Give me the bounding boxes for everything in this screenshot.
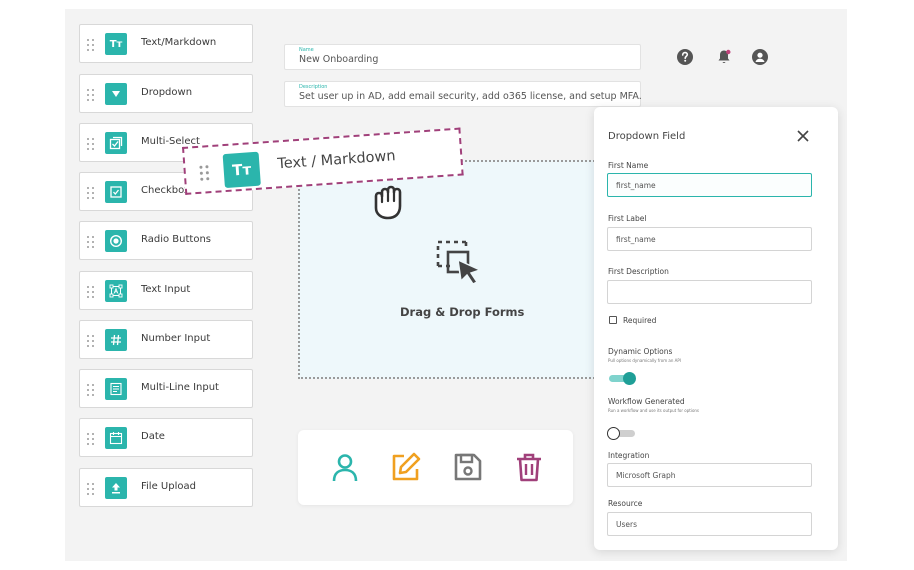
dragging-item-label: Text / Markdown: [276, 148, 397, 173]
first-description-label: First Description: [608, 267, 669, 276]
trash-icon[interactable]: [514, 452, 544, 482]
palette-item-label: Number Input: [141, 333, 211, 344]
palette-item-text-markdown[interactable]: Tт Text/Markdown: [79, 24, 253, 63]
palette-item-multi-line-input[interactable]: Multi-Line Input: [79, 369, 253, 408]
palette-item-dropdown[interactable]: Dropdown: [79, 74, 253, 113]
drop-zone-label: Drag & Drop Forms: [400, 305, 525, 319]
drag-handle-icon[interactable]: [87, 39, 95, 51]
resource-label: Resource: [608, 499, 643, 508]
resource-select[interactable]: Users: [607, 512, 812, 536]
palette-item-label: Text/Markdown: [141, 37, 217, 48]
form-name-field[interactable]: Name New Onboarding: [284, 44, 641, 70]
drag-handle-icon[interactable]: [87, 138, 95, 150]
drag-drop-icon: [436, 240, 483, 285]
drag-handle-icon[interactable]: [87, 89, 95, 101]
user-account-icon[interactable]: [751, 48, 769, 66]
drag-handle-icon[interactable]: [87, 335, 95, 347]
first-name-label: First Name: [608, 161, 649, 170]
palette-item-label: File Upload: [141, 481, 196, 492]
save-icon[interactable]: [453, 452, 483, 482]
form-name-label: Name: [299, 47, 314, 53]
text-input-icon: [105, 280, 127, 302]
grab-cursor-icon: [374, 185, 402, 220]
palette-item-label: Text Input: [141, 284, 191, 295]
drag-handle-icon[interactable]: [87, 433, 95, 445]
dynamic-options-description: Pull options dynamically from an API: [608, 358, 681, 363]
palette-item-label: Date: [141, 431, 165, 442]
palette-item-label: Multi-Line Input: [141, 382, 219, 393]
checkbox-icon: [105, 181, 127, 203]
workflow-generated-toggle[interactable]: [607, 427, 637, 440]
help-icon[interactable]: [676, 48, 694, 66]
form-description-field[interactable]: Description Set user up in AD, add email…: [284, 81, 642, 107]
palette-item-text-input[interactable]: Text Input: [79, 271, 253, 310]
integration-select[interactable]: Microsoft Graph: [607, 463, 812, 487]
form-name-value: New Onboarding: [299, 54, 379, 65]
workflow-generated-description: Run a workflow and use its output for op…: [608, 408, 700, 413]
first-label-input[interactable]: first_name: [607, 227, 812, 251]
palette-item-label: Radio Buttons: [141, 234, 211, 245]
palette-item-label: Checkbox: [141, 185, 190, 196]
lines-icon: [105, 378, 127, 400]
drag-handle-icon: [199, 165, 210, 181]
edit-icon[interactable]: [391, 452, 421, 482]
first-description-input[interactable]: [607, 280, 812, 304]
form-description-value: Set user up in AD, add email security, a…: [299, 91, 642, 102]
palette-item-date[interactable]: Date: [79, 418, 253, 457]
drag-handle-icon[interactable]: [87, 286, 95, 298]
form-description-label: Description: [299, 84, 328, 90]
drag-handle-icon[interactable]: [87, 483, 95, 495]
palette-item-label: Dropdown: [141, 87, 193, 98]
user-icon[interactable]: [330, 452, 360, 482]
dynamic-options-label: Dynamic Options: [608, 347, 673, 356]
text-format-icon: Tт: [222, 151, 261, 189]
workflow-generated-label: Workflow Generated: [608, 397, 685, 406]
dropdown-arrow-icon: [105, 83, 127, 105]
close-icon[interactable]: [796, 129, 810, 143]
required-checkbox[interactable]: [609, 316, 617, 324]
notification-bell-icon[interactable]: [715, 48, 733, 66]
first-name-value: first_name: [616, 181, 656, 190]
resource-value: Users: [616, 520, 638, 529]
upload-icon: [105, 477, 127, 499]
text-format-icon: Tт: [105, 33, 127, 55]
palette-item-number-input[interactable]: Number Input: [79, 320, 253, 359]
multi-checkbox-icon: [105, 132, 127, 154]
integration-value: Microsoft Graph: [616, 471, 676, 480]
first-label-value: first_name: [616, 235, 656, 244]
first-label-label: First Label: [608, 214, 647, 223]
dynamic-options-toggle[interactable]: [607, 372, 637, 385]
panel-title: Dropdown Field: [608, 131, 686, 142]
calendar-icon: [105, 427, 127, 449]
palette-item-file-upload[interactable]: File Upload: [79, 468, 253, 507]
palette-item-radio-buttons[interactable]: Radio Buttons: [79, 221, 253, 260]
drag-handle-icon[interactable]: [87, 236, 95, 248]
drag-handle-icon[interactable]: [87, 187, 95, 199]
radio-icon: [105, 230, 127, 252]
integration-label: Integration: [608, 451, 650, 460]
first-name-input[interactable]: first_name: [607, 173, 812, 197]
drag-handle-icon[interactable]: [87, 384, 95, 396]
hash-icon: [105, 329, 127, 351]
required-label: Required: [623, 316, 657, 325]
